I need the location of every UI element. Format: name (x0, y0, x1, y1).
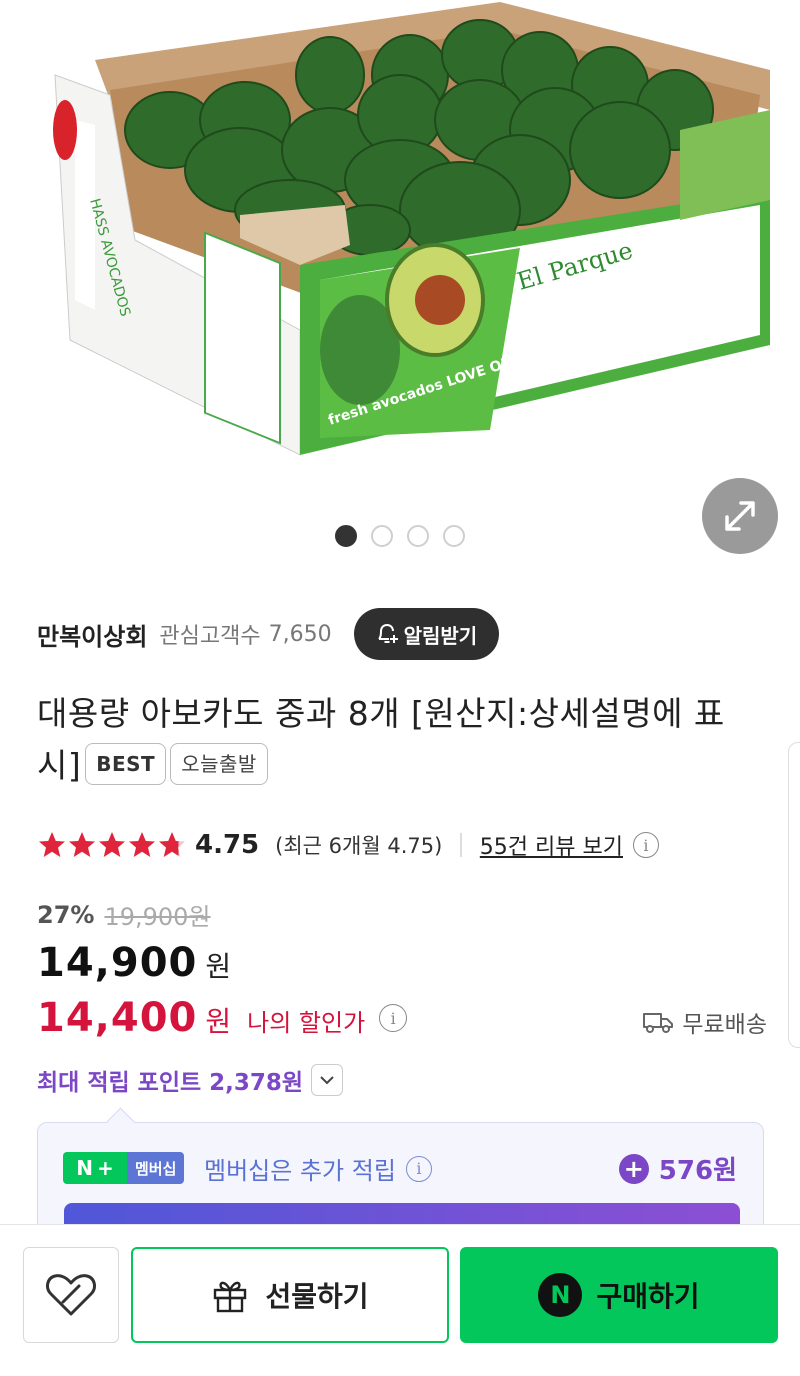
bottom-action-bar: 선물하기 N 구매하기 (0, 1224, 800, 1376)
membership-text: 멤버십은 추가 적립 (204, 1157, 396, 1185)
bell-plus-icon (377, 623, 398, 643)
info-icon[interactable]: i (405, 1155, 432, 1182)
info-icon[interactable]: i (632, 832, 659, 858)
star-icon (69, 832, 95, 857)
discount-percent: 27% (37, 900, 95, 929)
review-link[interactable]: 55건 리뷰 보기 (480, 829, 623, 861)
shipping-info: 무료배송 (642, 1005, 767, 1039)
discount-row: 27% 19,900원 (37, 897, 211, 932)
buy-label: 구매하기 (596, 1280, 700, 1313)
currency-unit: 원 (205, 1005, 232, 1038)
currency-unit: 원 (205, 950, 232, 983)
membership-points: 576원 (658, 1156, 737, 1186)
membership-text-row: 멤버십은 추가 적립 i (204, 1151, 432, 1186)
seller-row: 만복이상회 관심고객수 7,650 알림받기 (37, 607, 500, 661)
my-discount-price: 14,400 (37, 995, 198, 1041)
best-tag: BEST (85, 743, 167, 785)
plus-circle-icon: + (618, 1153, 649, 1184)
star-icon (99, 832, 125, 857)
max-points: 최대 적립 포인트 2,378원 (37, 1070, 304, 1096)
membership-amount: + 576원 (618, 1150, 737, 1187)
rating-score: 4.75 (195, 830, 260, 860)
info-icon[interactable]: i (379, 1004, 408, 1032)
today-dispatch-tag: 오늘출발 (170, 743, 268, 785)
gift-button[interactable]: 선물하기 (131, 1247, 449, 1343)
badge-text: 멤버십 (127, 1152, 185, 1184)
carousel-dot[interactable] (371, 525, 393, 547)
star-rating (37, 830, 187, 860)
star-half-icon (159, 832, 185, 857)
gift-label: 선물하기 (265, 1280, 369, 1313)
star-icon (129, 832, 155, 857)
notify-label: 알림받기 (403, 623, 478, 648)
chevron-down-icon[interactable] (311, 1064, 344, 1096)
divider (460, 833, 462, 857)
notify-button[interactable]: 알림받기 (353, 608, 500, 660)
my-price-label: 나의 할인가 (247, 1009, 366, 1037)
carousel-dot[interactable] (443, 525, 465, 547)
original-price: 19,900원 (104, 903, 211, 931)
sale-price-row: 14,900 원 (37, 940, 231, 986)
wishlist-button[interactable] (23, 1247, 119, 1343)
carousel-dot[interactable] (335, 525, 357, 547)
expand-icon (725, 501, 755, 531)
badge-n: N (76, 1156, 93, 1180)
product-title-block: 대용량 아보카도 중과 8개 [원산지:상세설명에 표시] BEST 오늘출발 (37, 688, 767, 792)
rating-recent: (최근 6개월 4.75) (275, 834, 443, 858)
plus-icon: + (96, 1156, 114, 1180)
carousel-indicator (335, 525, 465, 547)
follower-count: 7,650 (268, 621, 332, 647)
truck-icon (643, 1013, 674, 1033)
side-drawer-handle[interactable] (788, 742, 800, 1048)
buy-button[interactable]: N 구매하기 (460, 1247, 778, 1343)
rating-row: 4.75 (최근 6개월 4.75) 55건 리뷰 보기 i (37, 823, 659, 867)
shipping-label: 무료배송 (682, 1012, 767, 1038)
follower-label: 관심고객수 (159, 624, 261, 649)
heart-icon (46, 1274, 96, 1316)
my-price-row: 14,400 원 나의 할인가 i 무료배송 (37, 995, 767, 1041)
product-image[interactable]: HASS AVOCADOS El Parque fresh avocados L… (0, 0, 800, 480)
avocado-box-photo: HASS AVOCADOS El Parque fresh avocados L… (53, 2, 770, 456)
seller-name[interactable]: 만복이상회 (37, 617, 147, 652)
naver-pay-icon: N (538, 1273, 583, 1317)
points-row[interactable]: 최대 적립 포인트 2,378원 (37, 1063, 344, 1097)
expand-image-button[interactable] (702, 478, 778, 554)
star-icon (39, 832, 65, 857)
naver-plus-membership-badge: N + 멤버십 (63, 1152, 185, 1184)
gift-icon (214, 1281, 247, 1313)
sale-price: 14,900 (37, 940, 198, 986)
carousel-dot[interactable] (407, 525, 429, 547)
